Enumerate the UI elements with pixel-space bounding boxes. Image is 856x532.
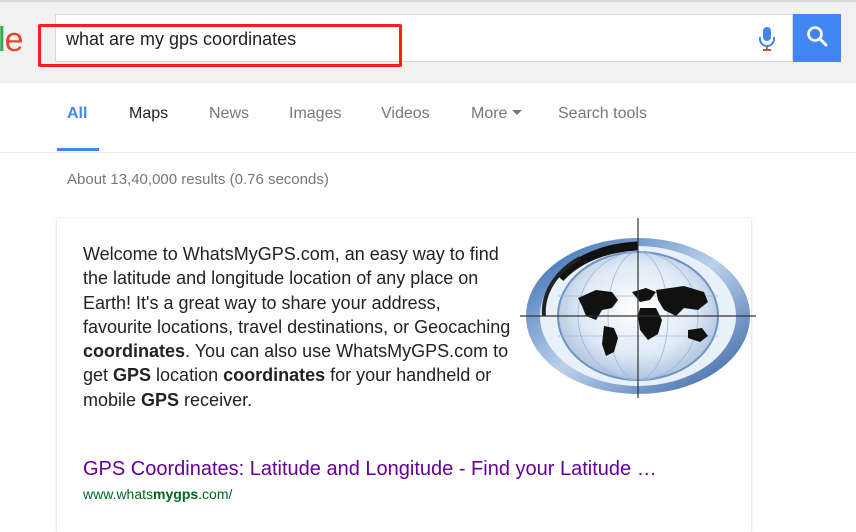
globe-crosshair-icon[interactable] <box>520 218 756 398</box>
search-tabs: All Maps News Images Videos More Search … <box>0 82 856 153</box>
tab-all[interactable]: All <box>67 104 87 124</box>
tab-news[interactable]: News <box>209 104 249 124</box>
microphone-icon[interactable] <box>755 25 779 53</box>
google-logo[interactable]: le <box>0 20 24 60</box>
snippet-bold-1: coordinates <box>83 341 186 362</box>
active-tab-indicator <box>57 148 99 151</box>
snippet-bold-3: coordinates <box>223 365 326 386</box>
search-icon <box>806 25 828 52</box>
url-suffix: .com/ <box>198 486 233 502</box>
snippet-bold-2: GPS <box>113 365 152 386</box>
logo-letter-e: e <box>4 21 24 59</box>
snippet-part-1: Welcome to WhatsMyGPS.com, an easy way t… <box>83 244 511 337</box>
result-url: www.whatsmygps.com/ <box>83 486 232 502</box>
tab-videos[interactable]: Videos <box>381 104 430 124</box>
chevron-down-icon <box>512 109 523 115</box>
snippet-text: Welcome to WhatsMyGPS.com, an easy way t… <box>83 242 513 412</box>
snippet-part-3: location <box>151 365 224 386</box>
url-bold: mygps <box>153 486 199 502</box>
snippet-bold-4: GPS <box>141 389 180 410</box>
highlight-annotation <box>38 24 402 67</box>
tab-search-tools[interactable]: Search tools <box>558 104 647 124</box>
search-button[interactable] <box>793 14 841 62</box>
result-title-link[interactable]: GPS Coordinates: Latitude and Longitude … <box>83 458 743 481</box>
tab-images[interactable]: Images <box>289 104 341 124</box>
tab-more-label: More <box>471 105 508 122</box>
top-divider <box>0 0 856 2</box>
result-stats: About 13,40,000 results (0.76 seconds) <box>67 171 329 188</box>
tab-maps[interactable]: Maps <box>129 104 168 124</box>
url-prefix: www.whats <box>83 486 154 502</box>
snippet-part-5: receiver. <box>179 389 253 410</box>
tab-more[interactable]: More <box>471 104 523 124</box>
